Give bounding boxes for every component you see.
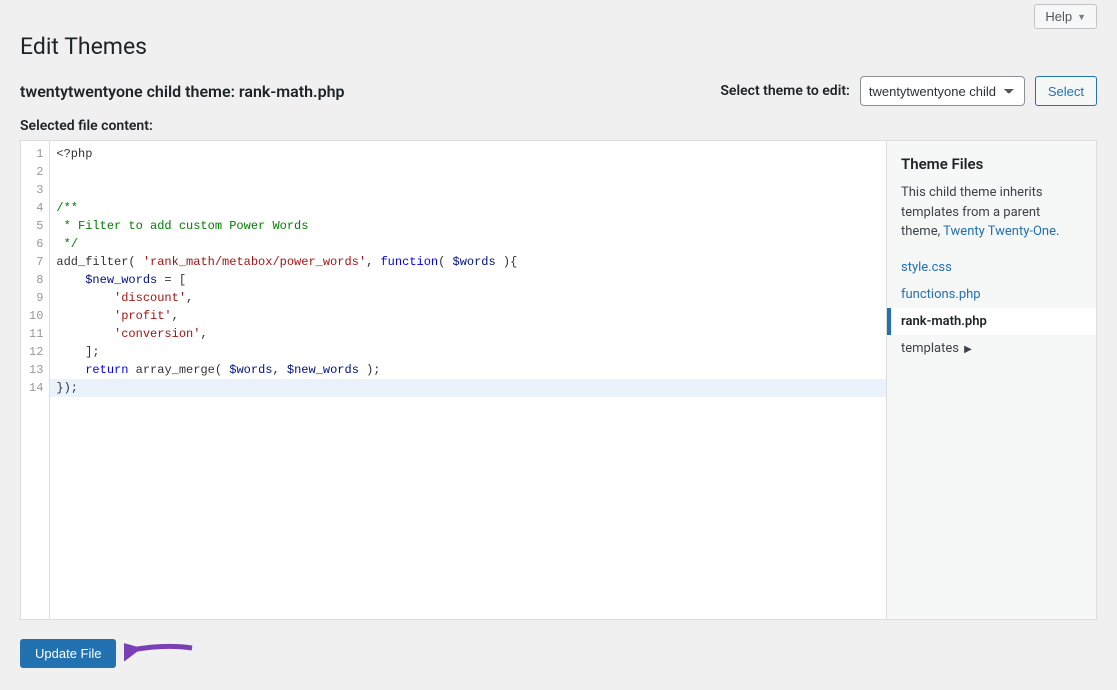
code-line[interactable]: [56, 163, 880, 181]
code-line[interactable]: $new_words = [: [56, 271, 880, 289]
parent-theme-link[interactable]: Twenty Twenty-One: [943, 224, 1056, 239]
code-area[interactable]: <?php /** * Filter to add custom Power W…: [50, 141, 886, 619]
line-number: 4: [29, 199, 43, 217]
theme-select-label: Select theme to edit:: [720, 83, 849, 99]
code-line[interactable]: /**: [56, 199, 880, 217]
line-number: 11: [29, 325, 43, 343]
code-line[interactable]: add_filter( 'rank_math/metabox/power_wor…: [56, 253, 880, 271]
line-number: 5: [29, 217, 43, 235]
sidebar-heading: Theme Files: [887, 155, 1096, 183]
line-number: 7: [29, 253, 43, 271]
help-button[interactable]: Help ▼: [1034, 4, 1097, 29]
code-line[interactable]: */: [56, 235, 880, 253]
file-list: style.css functions.php rank-math.phptempl…: [887, 254, 1096, 362]
arrow-annotation-icon: [124, 636, 194, 670]
file-item[interactable]: functions.php: [887, 281, 1096, 308]
chevron-down-icon: ▼: [1077, 12, 1086, 22]
line-number: 13: [29, 361, 43, 379]
selected-file-label: Selected file content:: [20, 118, 1097, 134]
code-line[interactable]: return array_merge( $words, $new_words )…: [56, 361, 880, 379]
line-number: 14: [29, 379, 43, 397]
help-label: Help: [1045, 9, 1072, 24]
file-link[interactable]: style.css: [901, 260, 952, 275]
code-line[interactable]: 'conversion',: [56, 325, 880, 343]
line-number: 2: [29, 163, 43, 181]
page-title: Edit Themes: [20, 33, 1097, 60]
line-number: 9: [29, 289, 43, 307]
line-number: 8: [29, 271, 43, 289]
code-line[interactable]: ];: [56, 343, 880, 361]
select-button[interactable]: Select: [1035, 76, 1097, 106]
code-line[interactable]: 'profit',: [56, 307, 880, 325]
code-line[interactable]: [56, 181, 880, 199]
code-line[interactable]: 'discount',: [56, 289, 880, 307]
update-file-button[interactable]: Update File: [20, 639, 116, 668]
code-line[interactable]: * Filter to add custom Power Words: [56, 217, 880, 235]
file-link[interactable]: functions.php: [901, 287, 981, 302]
file-heading: twentytwentyone child theme: rank-math.p…: [20, 82, 710, 101]
file-item[interactable]: style.css: [887, 254, 1096, 281]
chevron-right-icon: ▶: [964, 344, 972, 355]
code-line[interactable]: <?php: [56, 145, 880, 163]
line-number: 6: [29, 235, 43, 253]
line-gutter: 1234567891011121314: [21, 141, 50, 619]
line-number: 1: [29, 145, 43, 163]
file-item[interactable]: rank-math.php: [887, 308, 1096, 335]
line-number: 3: [29, 181, 43, 199]
folder-item[interactable]: templates ▶: [887, 335, 1096, 362]
line-number: 10: [29, 307, 43, 325]
theme-select[interactable]: twentytwentyone child: [860, 76, 1025, 106]
code-editor[interactable]: 1234567891011121314 <?php /** * Filter t…: [20, 140, 887, 620]
sidebar-description: This child theme inherits templates from…: [887, 183, 1096, 254]
line-number: 12: [29, 343, 43, 361]
code-line[interactable]: });: [50, 379, 886, 397]
theme-files-sidebar: Theme Files This child theme inherits te…: [887, 140, 1097, 620]
